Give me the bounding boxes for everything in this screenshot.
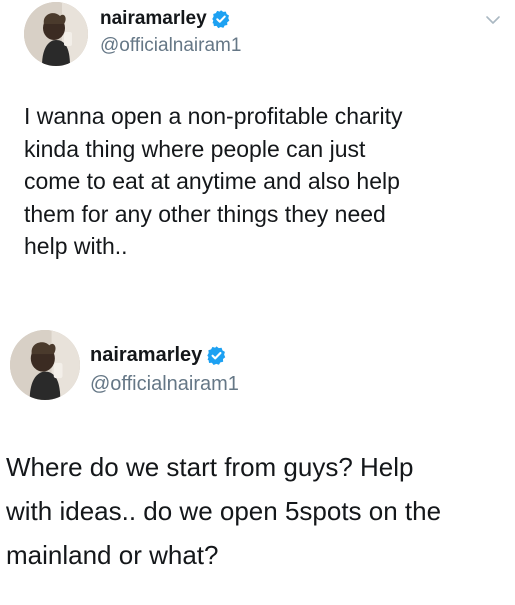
tweet-text-line: Where do we start from guys? Help [6, 452, 414, 482]
tweet-text-line: with ideas.. do we open 5spots on the [6, 496, 442, 526]
handle[interactable]: @officialnairam1 [100, 35, 241, 57]
tweet-text-line: mainland or what? [6, 540, 219, 570]
tweet-text: I wanna open a non-profitable charity ki… [24, 100, 402, 263]
handle[interactable]: @officialnairam1 [90, 373, 239, 396]
chevron-down-icon[interactable] [483, 10, 503, 30]
author-name-row[interactable]: nairamarley [100, 8, 231, 30]
tweet-text-line: them for any other things they need [24, 200, 386, 227]
tweet-text-line: kinda thing where people can just [24, 135, 366, 162]
display-name[interactable]: nairamarley [90, 344, 202, 367]
tweet-card[interactable]: nairamarley @officialnairam1 I wanna ope… [0, 0, 515, 318]
verified-badge-icon [211, 9, 231, 29]
tweet-text-line: I wanna open a non-profitable charity [24, 103, 403, 129]
tweet-text: Where do we start from guys? Help with i… [6, 445, 441, 577]
author-name-row[interactable]: nairamarley [90, 344, 227, 367]
display-name[interactable]: nairamarley [100, 8, 207, 30]
verified-badge-icon [206, 345, 227, 366]
tweet-text-line: help with.. [24, 233, 128, 259]
avatar[interactable] [10, 330, 80, 400]
avatar[interactable] [24, 2, 88, 66]
tweet-card[interactable]: nairamarley @officialnairam1 Where do we… [0, 318, 515, 605]
tweet-text-line: come to eat at anytime and also help [24, 168, 400, 194]
